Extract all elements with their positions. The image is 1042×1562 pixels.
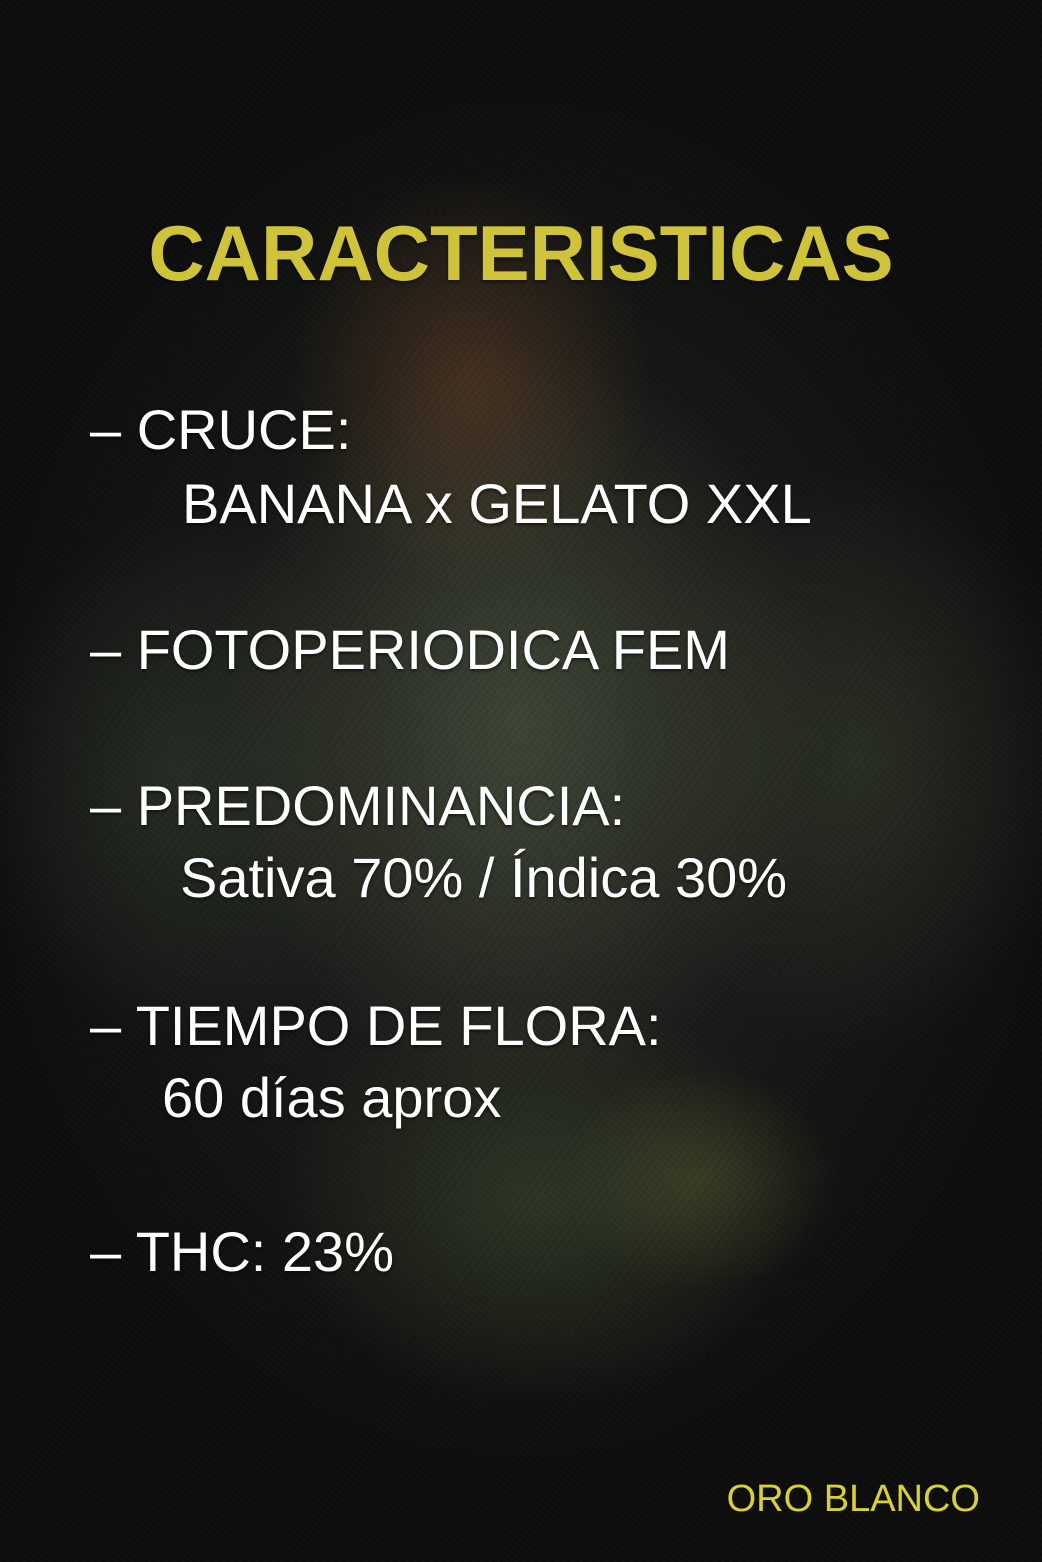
poster-title: CARACTERISTICAS xyxy=(148,209,894,297)
brand-name: ORO BLANCO xyxy=(726,1478,980,1520)
tiempo-flora-value: 60 días aprox xyxy=(162,1066,502,1129)
cruce-value: BANANA x GELATO XXL xyxy=(182,472,812,535)
tiempo-flora-label: – TIEMPO DE FLORA: xyxy=(90,994,662,1057)
poster: CARACTERISTICAS – CRUCE: BANANA x GELATO… xyxy=(0,0,1042,1562)
predominancia-label: – PREDOMINANCIA: xyxy=(90,774,626,837)
fotoperiodica-label: – FOTOPERIODICA FEM xyxy=(90,618,730,681)
predominancia-value: Sativa 70% / Índica 30% xyxy=(180,846,788,909)
thc-label: – THC: 23% xyxy=(90,1220,394,1283)
cruce-label: – CRUCE: xyxy=(90,398,352,461)
